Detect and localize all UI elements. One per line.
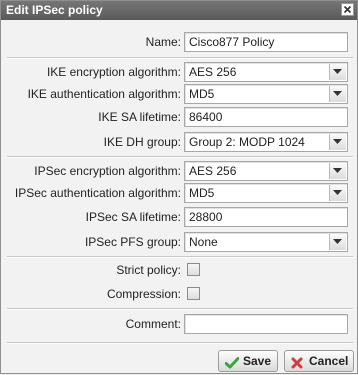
ike-encryption-row: IKE encryption algorithm: AES 256 xyxy=(1,62,358,82)
chevron-down-icon[interactable] xyxy=(329,86,346,102)
save-button-label: Save xyxy=(243,354,272,368)
ike-lifetime-label: IKE SA lifetime: xyxy=(98,110,181,124)
ike-authentication-value: MD5 xyxy=(189,87,215,101)
ike-encryption-label: IKE encryption algorithm: xyxy=(46,65,181,79)
ipsec-encryption-value: AES 256 xyxy=(189,164,237,178)
separator xyxy=(7,57,353,59)
ipsec-pfs-group-row: IPSec PFS group: None xyxy=(1,232,358,252)
ike-dh-group-select[interactable]: Group 2: MODP 1024 xyxy=(184,132,348,152)
strict-policy-checkbox[interactable] xyxy=(187,263,200,276)
ike-lifetime-input[interactable]: 86400 xyxy=(184,107,348,127)
compression-row: Compression: xyxy=(1,284,358,304)
comment-input[interactable] xyxy=(184,314,348,334)
strict-policy-label: Strict policy: xyxy=(116,263,181,277)
chevron-down-icon[interactable] xyxy=(329,234,346,250)
name-input[interactable]: Cisco877 Policy xyxy=(184,32,348,52)
chevron-down-icon[interactable] xyxy=(329,163,346,179)
ipsec-lifetime-row: IPSec SA lifetime: 28800 xyxy=(1,207,358,227)
ipsec-pfs-group-value: None xyxy=(189,235,218,249)
cancel-button[interactable]: Cancel xyxy=(284,350,354,372)
cancel-button-label: Cancel xyxy=(309,354,349,368)
comment-label: Comment: xyxy=(125,317,181,331)
separator xyxy=(7,308,353,310)
ike-lifetime-row: IKE SA lifetime: 86400 xyxy=(1,107,358,127)
ipsec-authentication-value: MD5 xyxy=(189,186,215,200)
checkmark-icon xyxy=(224,355,240,375)
name-row: Name: Cisco877 Policy xyxy=(1,32,358,52)
ike-authentication-select[interactable]: MD5 xyxy=(184,84,348,104)
ipsec-pfs-group-select[interactable]: None xyxy=(184,232,348,252)
ike-encryption-select[interactable]: AES 256 xyxy=(184,62,348,82)
compression-label: Compression: xyxy=(106,287,181,301)
separator xyxy=(7,342,353,344)
ipsec-authentication-row: IPSec authentication algorithm: MD5 xyxy=(1,183,358,203)
ike-dh-group-label: IKE DH group: xyxy=(103,135,181,149)
ipsec-pfs-group-label: IPSec PFS group: xyxy=(84,235,181,249)
ipsec-lifetime-input[interactable]: 28800 xyxy=(184,207,348,227)
dialog-titlebar: Edit IPSec policy xyxy=(1,1,357,20)
cross-icon xyxy=(291,355,303,375)
ipsec-authentication-label: IPSec authentication algorithm: xyxy=(14,186,181,200)
ipsec-encryption-row: IPSec encryption algorithm: AES 256 xyxy=(1,161,358,181)
ipsec-authentication-select[interactable]: MD5 xyxy=(184,183,348,203)
save-button[interactable]: Save xyxy=(218,350,278,372)
ipsec-lifetime-label: IPSec SA lifetime: xyxy=(85,210,181,224)
ike-dh-group-row: IKE DH group: Group 2: MODP 1024 xyxy=(1,132,358,152)
strict-policy-row: Strict policy: xyxy=(1,260,358,280)
comment-row: Comment: xyxy=(1,314,358,334)
edit-ipsec-policy-dialog: Edit IPSec policy Name: Cisco877 Policy … xyxy=(0,0,358,374)
ipsec-encryption-select[interactable]: AES 256 xyxy=(184,161,348,181)
dialog-title: Edit IPSec policy xyxy=(6,3,103,17)
name-label: Name: xyxy=(145,35,181,49)
compression-checkbox[interactable] xyxy=(187,287,200,300)
chevron-down-icon[interactable] xyxy=(329,185,346,201)
chevron-down-icon[interactable] xyxy=(329,134,346,150)
separator xyxy=(7,156,353,158)
ike-authentication-label: IKE authentication algorithm: xyxy=(27,87,181,101)
ike-dh-group-value: Group 2: MODP 1024 xyxy=(189,135,305,149)
ike-encryption-value: AES 256 xyxy=(189,65,237,79)
ike-authentication-row: IKE authentication algorithm: MD5 xyxy=(1,84,358,104)
chevron-down-icon[interactable] xyxy=(329,64,346,80)
separator xyxy=(7,256,353,258)
close-icon[interactable] xyxy=(341,3,354,16)
ipsec-encryption-label: IPSec encryption algorithm: xyxy=(34,164,181,178)
